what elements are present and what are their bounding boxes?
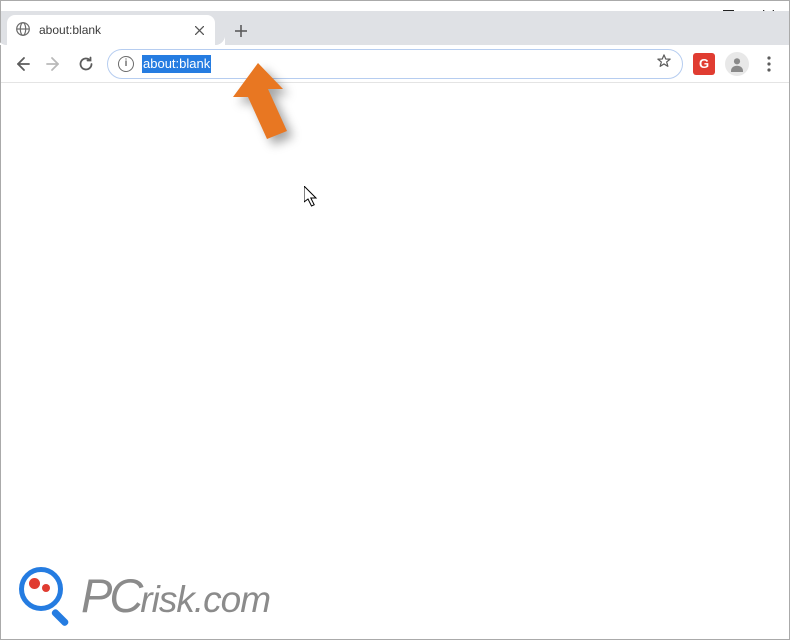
forward-button[interactable]	[39, 49, 69, 79]
kebab-menu-button[interactable]	[755, 49, 783, 79]
watermark-logo: PCrisk.com	[19, 567, 270, 623]
profile-avatar-button[interactable]	[725, 52, 749, 76]
back-button[interactable]	[7, 49, 37, 79]
close-tab-button[interactable]	[191, 22, 207, 38]
extension-label: G	[699, 56, 709, 71]
watermark-pc: PC	[81, 569, 140, 622]
watermark-text: PCrisk.com	[81, 572, 270, 619]
reload-button[interactable]	[71, 49, 101, 79]
toolbar: i about:blank G	[1, 45, 789, 83]
annotation-arrow-icon	[223, 61, 301, 151]
globe-icon	[15, 21, 31, 40]
page-viewport	[2, 83, 788, 638]
cursor-icon	[304, 186, 320, 208]
address-bar[interactable]: i about:blank	[107, 49, 683, 79]
watermark-rest: risk.com	[140, 579, 270, 620]
url-text: about:blank	[142, 55, 211, 73]
browser-tab[interactable]: about:blank	[7, 15, 215, 45]
tabstrip: about:blank	[1, 11, 789, 45]
extension-button[interactable]: G	[693, 53, 715, 75]
magnifier-icon	[19, 567, 75, 623]
info-icon[interactable]: i	[118, 56, 134, 72]
bookmark-star-icon[interactable]	[656, 53, 672, 74]
tab-title: about:blank	[39, 23, 191, 37]
new-tab-button[interactable]	[227, 17, 255, 45]
